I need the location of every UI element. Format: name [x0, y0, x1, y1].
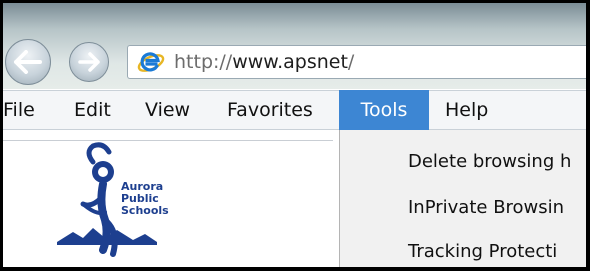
menu-item-tracking-protection[interactable]: Tracking Protecti [408, 239, 557, 265]
menu-favorites[interactable]: Favorites [227, 91, 313, 129]
url-text[interactable]: http://www.apsnet/ [174, 49, 354, 75]
menu-bar: File Edit View Favorites Tools Help [3, 90, 586, 130]
menu-item-inprivate-browsing[interactable]: InPrivate Browsin [408, 195, 564, 221]
url-host: www.apsnet [232, 51, 348, 73]
forward-button[interactable] [69, 42, 109, 82]
menu-edit[interactable]: Edit [74, 91, 111, 129]
aurora-public-schools-logo[interactable]: Aurora Public Schools [53, 142, 183, 267]
arrow-left-icon [14, 50, 42, 74]
menu-file[interactable]: File [3, 91, 35, 129]
url-scheme: http:// [174, 51, 233, 73]
page-divider [3, 140, 333, 141]
menu-item-delete-browsing-history[interactable]: Delete browsing h [408, 149, 571, 175]
tools-dropdown-menu: Delete browsing h InPrivate Browsin Trac… [339, 130, 586, 267]
menu-help[interactable]: Help [445, 91, 488, 129]
menu-tools[interactable]: Tools [339, 90, 429, 130]
internet-explorer-icon [137, 52, 165, 72]
address-bar[interactable]: http://www.apsnet/ [127, 45, 586, 79]
navigation-bar: http://www.apsnet/ [3, 3, 586, 89]
back-button[interactable] [5, 39, 51, 85]
browser-window: http://www.apsnet/ File Edit View Favori… [3, 3, 586, 267]
menu-view[interactable]: View [145, 91, 190, 129]
url-path: / [347, 51, 355, 73]
arrow-right-icon [78, 52, 100, 72]
logo-line-3: Schools [121, 204, 169, 217]
